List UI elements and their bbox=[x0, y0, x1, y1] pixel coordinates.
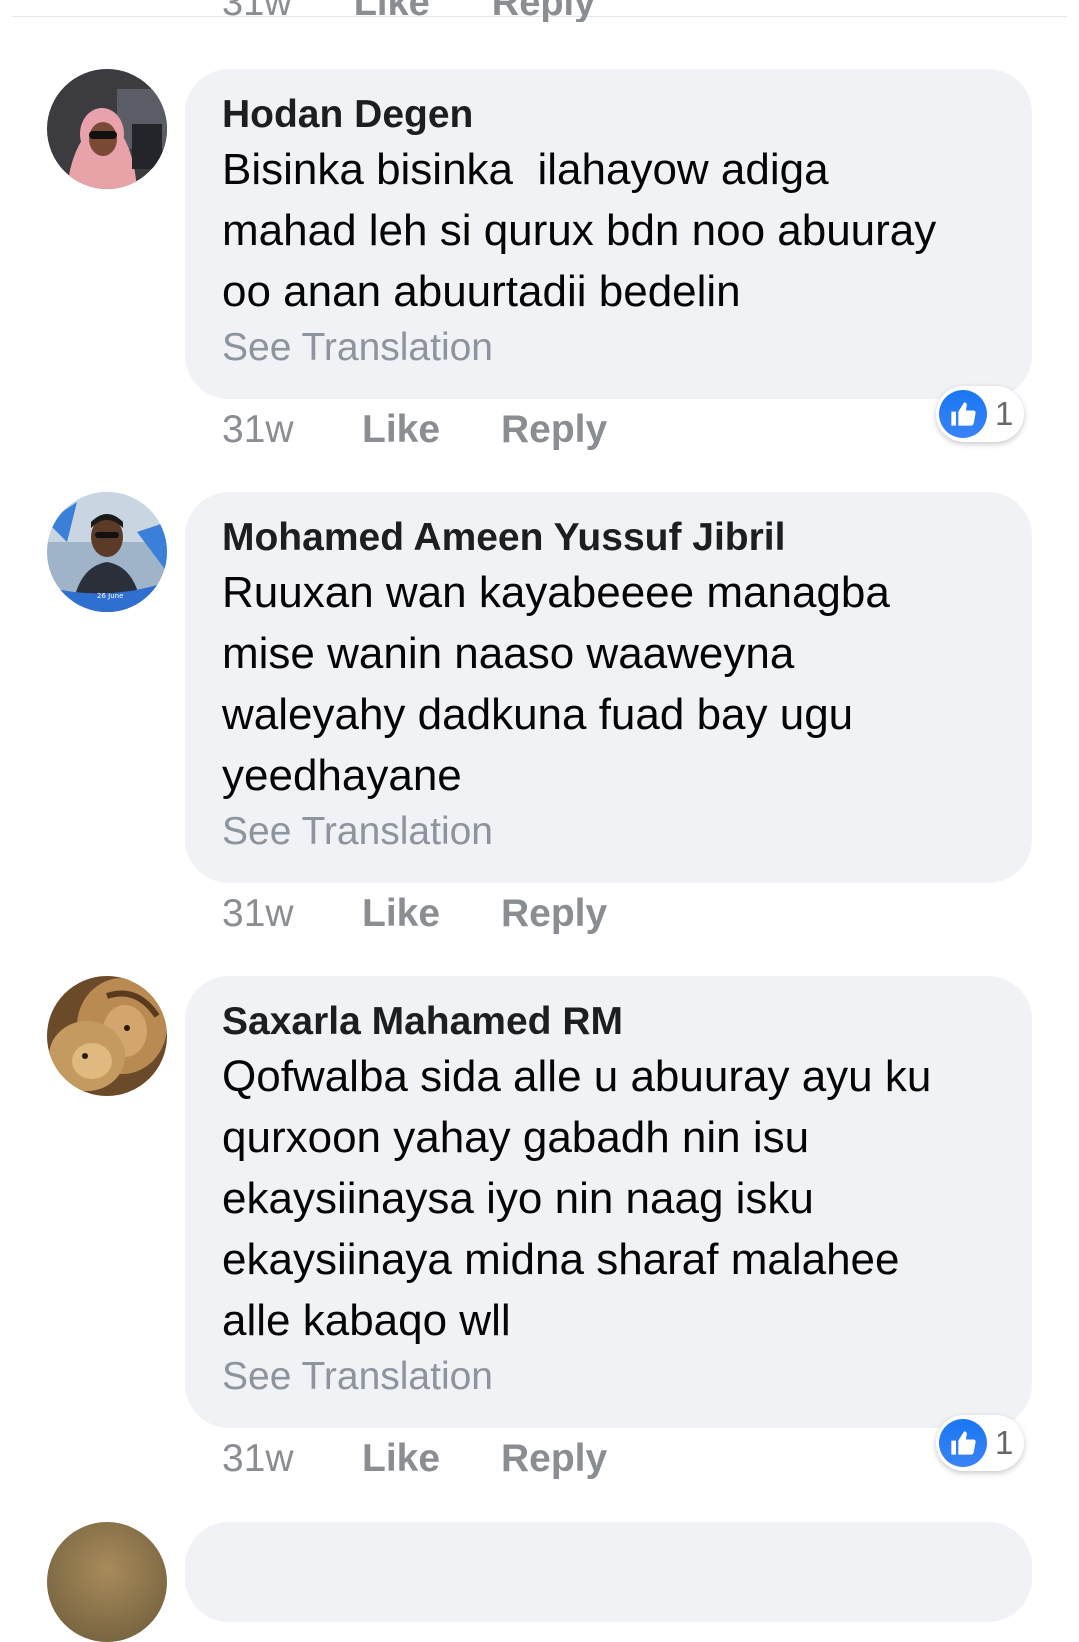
comment-bubble: Mohamed Ameen Yussuf Jibril Ruuxan wan k… bbox=[185, 492, 1032, 883]
avatar[interactable] bbox=[47, 69, 167, 189]
previous-time: 31w bbox=[222, 0, 292, 22]
reply-button[interactable]: Reply bbox=[501, 1437, 607, 1481]
comment-text: Ruuxan wan kayabeeee managba mise wanin … bbox=[222, 568, 890, 800]
like-button[interactable]: Like bbox=[362, 408, 501, 452]
comment-bubble: Hodan Degen Bisinka bisinka ilahayow adi… bbox=[185, 69, 1032, 399]
comment-time[interactable]: 31w bbox=[222, 408, 362, 452]
like-button[interactable]: Like bbox=[362, 1437, 501, 1481]
reaction-count: 1 bbox=[995, 1424, 1014, 1461]
see-translation-link[interactable]: See Translation bbox=[222, 1351, 1002, 1403]
comment-author[interactable]: Hodan Degen bbox=[222, 93, 1002, 137]
comment-actions: 31w Like Reply bbox=[222, 408, 607, 452]
comment-author[interactable]: Saxarla Mahamed RM bbox=[222, 1000, 1002, 1044]
comment-actions: 31w Like Reply bbox=[222, 892, 607, 936]
comment-actions: 31w Like Reply bbox=[222, 1437, 607, 1481]
like-thumb-icon bbox=[939, 1419, 987, 1467]
see-translation-link[interactable]: See Translation bbox=[222, 322, 1002, 374]
comment-text: Qofwalba sida alle u abuuray ayu ku qurx… bbox=[222, 1052, 932, 1345]
comment-time[interactable]: 31w bbox=[222, 1437, 362, 1481]
previous-comment-actions: 31w Like Reply bbox=[222, 0, 595, 22]
comment-text: Bisinka bisinka ilahayow adiga mahad leh… bbox=[222, 145, 937, 316]
see-translation-link[interactable]: See Translation bbox=[222, 806, 1002, 858]
comment-time[interactable]: 31w bbox=[222, 892, 362, 936]
comment-author[interactable]: Mohamed Ameen Yussuf Jibril bbox=[222, 516, 1002, 560]
like-button[interactable]: Like bbox=[362, 892, 501, 936]
reaction-summary[interactable]: 1 bbox=[936, 1415, 1024, 1471]
reply-button[interactable]: Reply bbox=[501, 408, 607, 452]
avatar[interactable] bbox=[47, 1522, 167, 1642]
reaction-summary[interactable]: 1 bbox=[936, 386, 1024, 442]
avatar-caption: 26 June bbox=[97, 592, 123, 600]
avatar[interactable] bbox=[47, 976, 167, 1096]
avatar[interactable]: 26 June bbox=[47, 492, 167, 612]
previous-reply-button[interactable]: Reply bbox=[492, 0, 595, 22]
reply-button[interactable]: Reply bbox=[501, 892, 607, 936]
reaction-count: 1 bbox=[995, 395, 1014, 432]
comment-bubble: Saxarla Mahamed RM Qofwalba sida alle u … bbox=[185, 976, 1032, 1428]
previous-like-button[interactable]: Like bbox=[354, 0, 430, 22]
comment-bubble bbox=[185, 1522, 1032, 1622]
like-thumb-icon bbox=[939, 390, 987, 438]
